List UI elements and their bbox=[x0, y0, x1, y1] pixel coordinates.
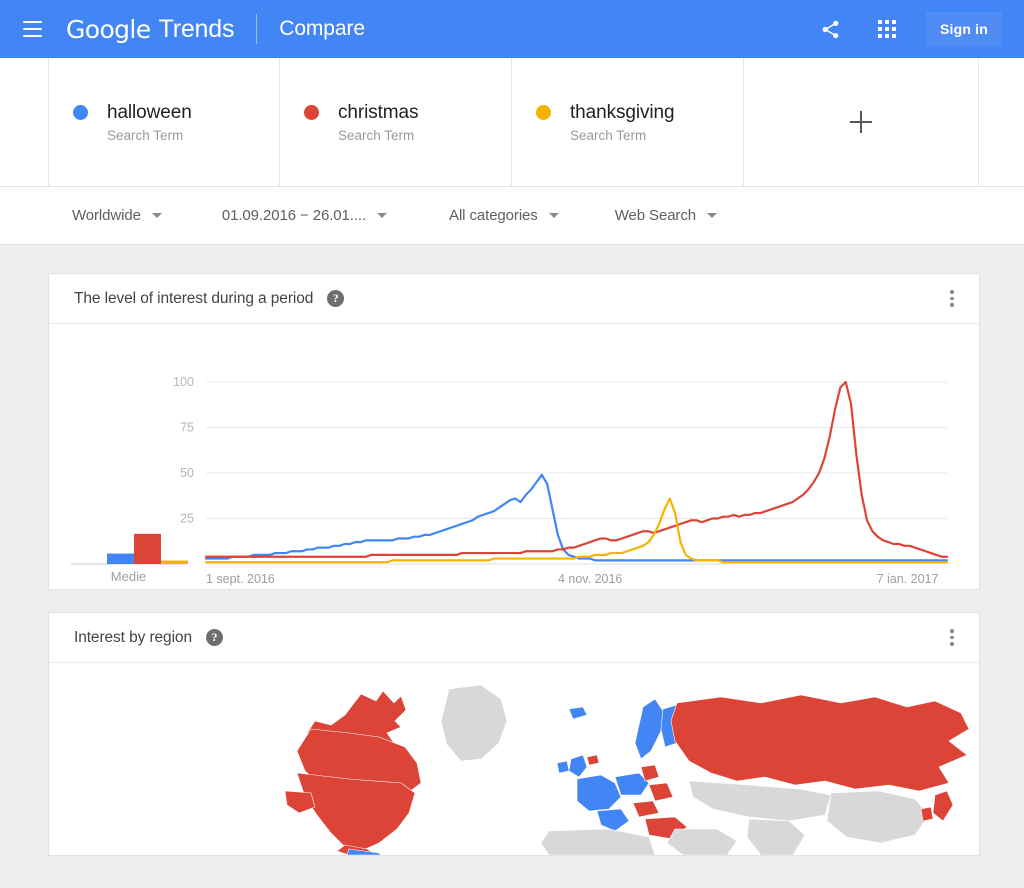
average-panel-label: Medie bbox=[111, 569, 146, 584]
world-choropleth-map bbox=[49, 663, 979, 855]
header-divider bbox=[256, 14, 257, 44]
card-header: Interest by region ? bbox=[49, 613, 979, 663]
card-title-interest-over-time: The level of interest during a period bbox=[74, 290, 313, 308]
nav-compare[interactable]: Compare bbox=[279, 17, 365, 41]
term-type-christmas: Search Term bbox=[338, 128, 511, 143]
region-japan bbox=[933, 791, 953, 821]
region-iceland bbox=[569, 707, 587, 719]
y-axis-tick: 75 bbox=[180, 421, 194, 435]
term-header: halloween bbox=[73, 102, 279, 124]
region-france-germany bbox=[577, 775, 621, 811]
term-color-dot-halloween bbox=[73, 105, 88, 120]
app-header: Google Trends Compare Sign in bbox=[0, 0, 1024, 58]
term-header: thanksgiving bbox=[536, 102, 743, 124]
region-russia bbox=[671, 695, 969, 791]
filter-category-label: All categories bbox=[449, 207, 538, 224]
brand-logo[interactable]: Google Trends bbox=[66, 15, 234, 44]
filter-category[interactable]: All categories bbox=[449, 207, 559, 224]
brand-google-label: Google bbox=[66, 15, 151, 44]
apps-grid-icon[interactable] bbox=[870, 12, 904, 46]
term-color-dot-thanksgiving bbox=[536, 105, 551, 120]
y-axis-tick: 100 bbox=[173, 375, 194, 389]
x-axis-tick: 1 sept. 2016 bbox=[206, 572, 275, 586]
term-name-thanksgiving: thanksgiving bbox=[570, 102, 674, 124]
term-type-halloween: Search Term bbox=[107, 128, 279, 143]
region-korea bbox=[921, 807, 933, 821]
card-header: The level of interest during a period ? bbox=[49, 274, 979, 324]
timeseries-svg: Medie 25 50 75 100 1 sept. 2016 4 nov. 2016 7 i… bbox=[49, 324, 979, 589]
region-greenland bbox=[441, 685, 507, 761]
y-axis-tick: 25 bbox=[180, 512, 194, 526]
region-uk bbox=[569, 755, 587, 777]
interest-over-time-chart[interactable]: Medie 25 50 75 100 1 sept. 2016 4 nov. 2016 7 i… bbox=[49, 324, 979, 589]
filter-date-range[interactable]: 01.09.2016 − 26.01.... bbox=[222, 207, 387, 224]
term-header: christmas bbox=[304, 102, 511, 124]
region-belarus-ukraine bbox=[649, 783, 673, 801]
main-content: The level of interest during a period ? … bbox=[0, 245, 1024, 856]
card-interest-over-time: The level of interest during a period ? … bbox=[48, 273, 980, 590]
help-icon[interactable]: ? bbox=[327, 290, 344, 307]
term-card-thanksgiving[interactable]: thanksgiving Search Term bbox=[512, 58, 744, 186]
series-line-thanksgiving bbox=[206, 498, 947, 562]
chevron-down-icon bbox=[707, 213, 717, 218]
series-line-christmas bbox=[206, 382, 947, 557]
chevron-down-icon bbox=[152, 213, 162, 218]
region-alaska bbox=[285, 791, 315, 813]
region-india bbox=[747, 819, 805, 855]
help-icon[interactable]: ? bbox=[206, 629, 223, 646]
region-iberia-italy bbox=[597, 809, 629, 831]
term-type-thanksgiving: Search Term bbox=[570, 128, 743, 143]
y-axis-tick: 50 bbox=[180, 466, 194, 480]
filter-date-range-label: 01.09.2016 − 26.01.... bbox=[222, 207, 366, 224]
term-card-christmas[interactable]: christmas Search Term bbox=[280, 58, 512, 186]
region-central-asia bbox=[689, 781, 831, 821]
filter-location-label: Worldwide bbox=[72, 207, 141, 224]
plus-icon bbox=[850, 111, 872, 133]
share-icon[interactable] bbox=[814, 12, 848, 46]
interest-by-region-map[interactable] bbox=[49, 663, 979, 855]
hamburger-menu-icon[interactable] bbox=[14, 11, 50, 47]
term-name-christmas: christmas bbox=[338, 102, 418, 124]
region-north-africa bbox=[541, 829, 655, 855]
region-usa bbox=[297, 773, 415, 851]
region-ireland bbox=[557, 761, 569, 773]
card-title-interest-by-region: Interest by region bbox=[74, 629, 192, 647]
filter-search-type-label: Web Search bbox=[615, 207, 696, 224]
search-terms-bar: halloween Search Term christmas Search T… bbox=[0, 58, 1024, 187]
region-china bbox=[827, 791, 929, 843]
x-axis-tick: 7 ian. 2017 bbox=[877, 572, 939, 586]
region-balkans bbox=[633, 801, 659, 817]
header-actions: Sign in bbox=[814, 12, 1002, 46]
filter-location[interactable]: Worldwide bbox=[72, 207, 162, 224]
add-comparison-button[interactable] bbox=[744, 58, 979, 186]
chevron-down-icon bbox=[377, 213, 387, 218]
region-middle-east bbox=[667, 829, 737, 855]
chevron-down-icon bbox=[549, 213, 559, 218]
filter-search-type[interactable]: Web Search bbox=[615, 207, 717, 224]
x-axis-tick: 4 nov. 2016 bbox=[558, 572, 622, 586]
filter-bar: Worldwide 01.09.2016 − 26.01.... All cat… bbox=[0, 187, 1024, 245]
region-norway-sweden bbox=[635, 699, 663, 759]
sign-in-button[interactable]: Sign in bbox=[926, 12, 1002, 46]
more-options-icon[interactable] bbox=[939, 284, 965, 314]
term-color-dot-christmas bbox=[304, 105, 319, 120]
term-name-halloween: halloween bbox=[107, 102, 192, 124]
more-options-icon[interactable] bbox=[939, 623, 965, 653]
brand-product-label: Trends bbox=[159, 15, 235, 44]
card-interest-by-region: Interest by region ? bbox=[48, 612, 980, 856]
term-card-halloween[interactable]: halloween Search Term bbox=[48, 58, 280, 186]
region-nl-dk bbox=[587, 755, 599, 765]
